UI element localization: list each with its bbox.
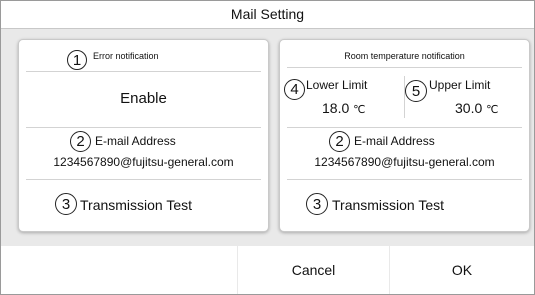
cancel-button[interactable]: Cancel xyxy=(238,246,389,294)
email-value: 1234567890@fujitsu-general.com xyxy=(53,155,234,169)
upper-limit-value: 30.0 ℃ xyxy=(455,100,499,116)
footer-empty-cell xyxy=(1,246,237,294)
lower-limit-unit: ℃ xyxy=(353,104,366,116)
marker-3: 3 xyxy=(306,193,328,215)
transmission-test-label: Transmission Test xyxy=(332,197,445,213)
transmission-test-button[interactable]: 3 Transmission Test xyxy=(19,180,268,231)
room-temperature-panel: Room temperature notification 4 Lower Li… xyxy=(279,39,530,232)
marker-2: 2 xyxy=(329,131,350,152)
room-email-field[interactable]: 2 E-mail Address 1234567890@fujitsu-gene… xyxy=(280,128,529,179)
page-title: Mail Setting xyxy=(1,1,534,29)
email-value: 1234567890@fujitsu-general.com xyxy=(314,155,495,169)
upper-limit-field[interactable]: 5 Upper Limit 30.0 ℃ xyxy=(405,68,529,125)
error-notification-panel: 1 Error notification Enable 2 E-mail Add… xyxy=(18,39,269,232)
marker-1: 1 xyxy=(67,50,87,70)
lower-limit-value: 18.0 ℃ xyxy=(322,100,366,116)
marker-2: 2 xyxy=(70,131,91,152)
marker-5: 5 xyxy=(405,80,427,102)
room-temperature-heading: Room temperature notification xyxy=(344,51,465,61)
mail-setting-screen: Mail Setting 1 Error notification Enable… xyxy=(0,0,535,295)
error-notification-heading: Error notification xyxy=(93,51,159,61)
email-label: E-mail Address xyxy=(354,134,435,148)
marker-3: 3 xyxy=(55,193,77,215)
transmission-test-label: Transmission Test xyxy=(80,197,193,213)
transmission-test-button[interactable]: 3 Transmission Test xyxy=(280,180,529,231)
lower-limit-number: 18.0 xyxy=(322,100,350,116)
upper-limit-unit: ℃ xyxy=(486,104,499,116)
marker-4: 4 xyxy=(284,79,305,100)
upper-limit-number: 30.0 xyxy=(455,100,483,116)
error-email-field[interactable]: 2 E-mail Address 1234567890@fujitsu-gene… xyxy=(19,128,268,179)
error-notification-toggle[interactable]: Enable xyxy=(19,71,268,127)
lower-limit-field[interactable]: 4 Lower Limit 18.0 ℃ xyxy=(280,68,404,125)
lower-limit-label: Lower Limit xyxy=(306,78,368,92)
upper-limit-label: Upper Limit xyxy=(429,78,491,92)
email-label: E-mail Address xyxy=(95,134,176,148)
ok-button[interactable]: OK xyxy=(390,246,534,294)
